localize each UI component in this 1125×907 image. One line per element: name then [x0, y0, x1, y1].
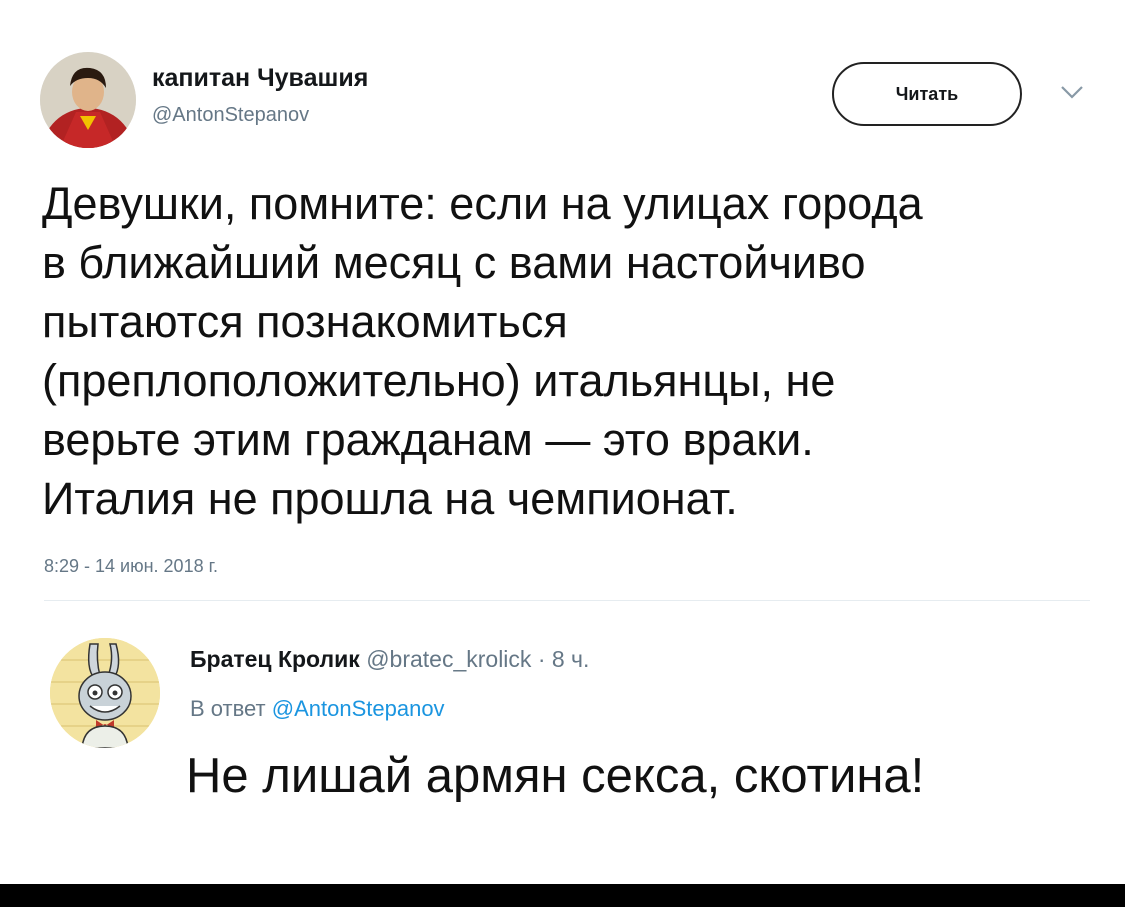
meta-separator: · [537, 646, 546, 672]
chevron-down-icon[interactable] [1058, 82, 1086, 102]
reply-author-avatar[interactable] [50, 638, 160, 748]
reply-time[interactable]: 8 ч. [552, 646, 590, 672]
reply-to-mention[interactable]: @AntonStepanov [272, 696, 445, 721]
tweet-text: Девушки, помните: если на улицах города … [42, 174, 1102, 528]
reply-text: Не лишай армян секса, скотина! [186, 749, 925, 803]
avatar-image [40, 52, 136, 148]
reply-to-line: В ответ @AntonStepanov [190, 696, 445, 722]
reply-author-handle[interactable]: @bratec_krolick [366, 646, 531, 672]
tweet-text-line: Девушки, помните: если на улицах города [42, 178, 923, 229]
reply-tweet[interactable]: Братец Кролик @bratec_krolick · 8 ч. В о… [50, 630, 1110, 830]
tweet-text-line: (преплоположительно) итальянцы, не [42, 355, 836, 406]
avatar-image [50, 638, 160, 748]
reply-author-name[interactable]: Братец Кролик [190, 646, 360, 672]
author-name[interactable]: капитан Чувашия [152, 64, 368, 93]
reply-to-prefix: В ответ [190, 696, 266, 721]
author-avatar[interactable] [40, 52, 136, 148]
reply-meta: Братец Кролик @bratec_krolick · 8 ч. [190, 646, 589, 673]
tweet-text-line: пытаются познакомиться [42, 296, 568, 347]
author-handle[interactable]: @AntonStepanov [152, 104, 309, 127]
tweet-timestamp[interactable]: 8:29 - 14 июн. 2018 г. [44, 556, 218, 577]
divider [44, 600, 1090, 601]
tweet-text-line: в ближайший месяц с вами настойчиво [42, 237, 866, 288]
follow-button[interactable]: Читать [832, 62, 1022, 126]
tweet-text-line: Италия не прошла на чемпионат. [42, 473, 738, 524]
bottom-black-bar [0, 884, 1125, 907]
tweet-text-line: верьте этим гражданам — это враки. [42, 414, 814, 465]
tweet-header: капитан Чувашия @AntonStepanov Читать [40, 52, 1100, 152]
